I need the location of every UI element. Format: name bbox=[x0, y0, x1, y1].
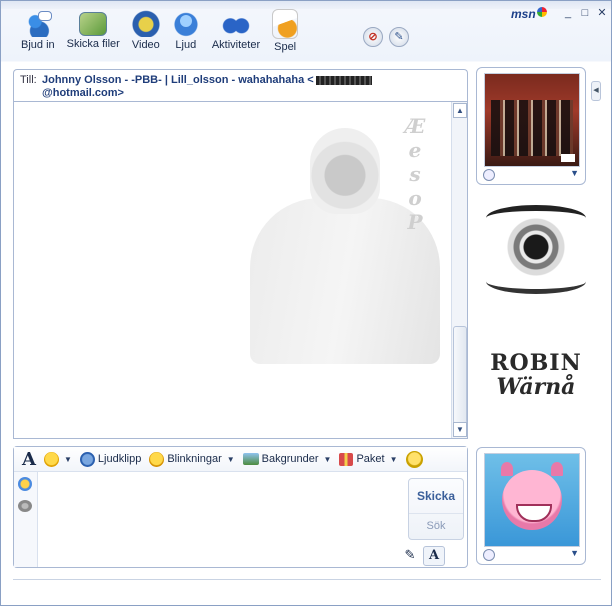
games-label: Spel bbox=[274, 41, 297, 53]
voice-clip-button[interactable]: Ljudklipp bbox=[79, 451, 142, 467]
handwriting-icon[interactable]: ✎ bbox=[400, 546, 420, 564]
activities-label: Aktiviteter bbox=[211, 39, 261, 51]
chevron-down-icon[interactable]: ▼ bbox=[570, 168, 579, 178]
invite-label: Bjud in bbox=[21, 39, 55, 51]
nudge-icon bbox=[405, 450, 423, 468]
my-picture-footer: ▼ bbox=[483, 547, 579, 561]
band-photo bbox=[491, 100, 573, 156]
chat-window: msn _ □ ✕ Bjud in Skicka filer Video Lju… bbox=[0, 0, 612, 606]
to-names: Johnny Olsson - -PBB- | Lill_olsson - wa… bbox=[42, 74, 314, 86]
webcam-icon bbox=[483, 549, 495, 561]
chevron-down-icon: ▼ bbox=[226, 454, 235, 464]
wink-icon bbox=[149, 451, 165, 467]
robin-line1: ROBIN bbox=[490, 350, 582, 376]
chat-background: Æ e s o P bbox=[240, 112, 450, 372]
packages-button[interactable]: Paket ▼ bbox=[339, 452, 398, 466]
type-mode-icon[interactable]: A bbox=[423, 546, 445, 566]
contact-display-picture[interactable] bbox=[484, 73, 580, 167]
nudge-button[interactable] bbox=[405, 450, 423, 468]
toolbar-extra-buttons: ⊘ ✎ bbox=[363, 27, 409, 47]
background-icon bbox=[242, 453, 259, 465]
to-label: Till: bbox=[20, 74, 37, 86]
msn-logo: msn bbox=[511, 7, 547, 21]
send-panel: Skicka Sök bbox=[408, 478, 464, 540]
advisory-badge bbox=[561, 154, 575, 162]
backgrounds-button[interactable]: Bakgrunder ▼ bbox=[242, 453, 332, 465]
contact-picture-frame: ▼ bbox=[476, 67, 586, 185]
invite-icon bbox=[23, 9, 52, 37]
video-label: Video bbox=[131, 39, 160, 51]
winks-button[interactable]: Blinkningar ▼ bbox=[149, 451, 235, 467]
winks-label: Blinkningar bbox=[167, 453, 222, 465]
scroll-thumb[interactable] bbox=[453, 326, 467, 424]
robin-line2: Wärnå bbox=[496, 374, 576, 400]
games-button[interactable]: Spel bbox=[266, 9, 304, 53]
horn-right bbox=[551, 462, 563, 476]
chevron-down-icon: ▼ bbox=[63, 454, 72, 464]
redacted-email bbox=[315, 75, 372, 85]
voice-clip-label: Ljudklipp bbox=[97, 453, 142, 465]
my-picture-frame: ▼ bbox=[476, 447, 586, 565]
my-display-picture[interactable] bbox=[484, 453, 580, 547]
send-files-label: Skicka filer bbox=[66, 38, 120, 50]
emoticon-button[interactable]: ▼ bbox=[43, 451, 72, 467]
format-toolbar: A ▼ Ljudklipp Blinkningar ▼ Bakgrunder ▼ P… bbox=[14, 447, 467, 472]
minimize-button[interactable]: _ bbox=[561, 7, 575, 20]
history-scrollbar[interactable]: ▲ ▼ bbox=[451, 102, 467, 438]
window-controls: _ □ ✕ bbox=[561, 7, 609, 20]
composer-side-icons bbox=[14, 472, 38, 567]
messenger-icon[interactable] bbox=[18, 477, 32, 491]
main-toolbar: Bjud in Skicka filer Video Ljud Aktivite… bbox=[15, 9, 304, 53]
scroll-down-arrow[interactable]: ▼ bbox=[453, 422, 467, 437]
games-icon bbox=[272, 9, 299, 39]
search-button[interactable]: Sök bbox=[409, 514, 463, 539]
contact-picture-footer: ▼ bbox=[483, 167, 579, 181]
activities-icon bbox=[221, 9, 250, 37]
to-recipients: Johnny Olsson - -PBB- | Lill_olsson - wa… bbox=[42, 74, 457, 100]
message-composer: A ▼ Ljudklipp Blinkningar ▼ Bakgrunder ▼ P… bbox=[13, 446, 468, 568]
backgrounds-label: Bakgrunder bbox=[261, 453, 319, 465]
background-lettering: Æ e s o P bbox=[404, 114, 426, 234]
pen-icon[interactable]: ✎ bbox=[389, 27, 409, 47]
close-button[interactable]: ✕ bbox=[595, 7, 609, 20]
maximize-button[interactable]: □ bbox=[578, 7, 592, 20]
font-button[interactable]: A bbox=[22, 449, 36, 470]
send-button[interactable]: Skicka bbox=[409, 479, 463, 514]
conversation-history[interactable]: Æ e s o P ▲ ▼ bbox=[13, 101, 468, 439]
eye-image bbox=[480, 199, 592, 295]
send-files-icon bbox=[79, 12, 108, 36]
figure-head bbox=[310, 128, 380, 214]
send-files-button[interactable]: Skicka filer bbox=[61, 9, 126, 53]
invite-button[interactable]: Bjud in bbox=[15, 9, 61, 53]
webcam-icon[interactable] bbox=[18, 500, 32, 512]
gift-icon bbox=[339, 452, 354, 466]
scroll-up-arrow[interactable]: ▲ bbox=[453, 103, 467, 118]
activities-button[interactable]: Aktiviteter bbox=[206, 9, 266, 53]
chevron-down-icon: ▼ bbox=[389, 454, 398, 464]
voice-button[interactable]: Ljud bbox=[166, 9, 206, 53]
horn-left bbox=[501, 462, 513, 476]
block-icon[interactable]: ⊘ bbox=[363, 27, 383, 47]
butterfly-icon bbox=[536, 7, 547, 17]
collapse-panel-handle[interactable]: ◀ bbox=[591, 81, 601, 101]
devil-smiley bbox=[502, 470, 562, 530]
voice-icon bbox=[171, 9, 200, 37]
input-mode-tabs: ✎ A bbox=[400, 546, 445, 566]
to-header: Till: Johnny Olsson - -PBB- | Lill_olsso… bbox=[13, 69, 468, 102]
video-icon bbox=[131, 9, 160, 37]
voice-label: Ljud bbox=[175, 39, 197, 51]
smiley-icon bbox=[43, 451, 59, 467]
status-bar bbox=[13, 579, 601, 580]
message-input[interactable] bbox=[38, 472, 408, 544]
video-button[interactable]: Video bbox=[126, 9, 166, 53]
webcam-icon bbox=[483, 169, 495, 181]
robin-warna-image: ROBIN Wärnå bbox=[480, 351, 592, 399]
chevron-down-icon: ▼ bbox=[323, 454, 332, 464]
packages-label: Paket bbox=[356, 453, 385, 465]
chevron-down-icon[interactable]: ▼ bbox=[570, 548, 579, 558]
to-email-suffix: @hotmail.com> bbox=[42, 87, 124, 99]
speaker-icon bbox=[79, 451, 95, 467]
